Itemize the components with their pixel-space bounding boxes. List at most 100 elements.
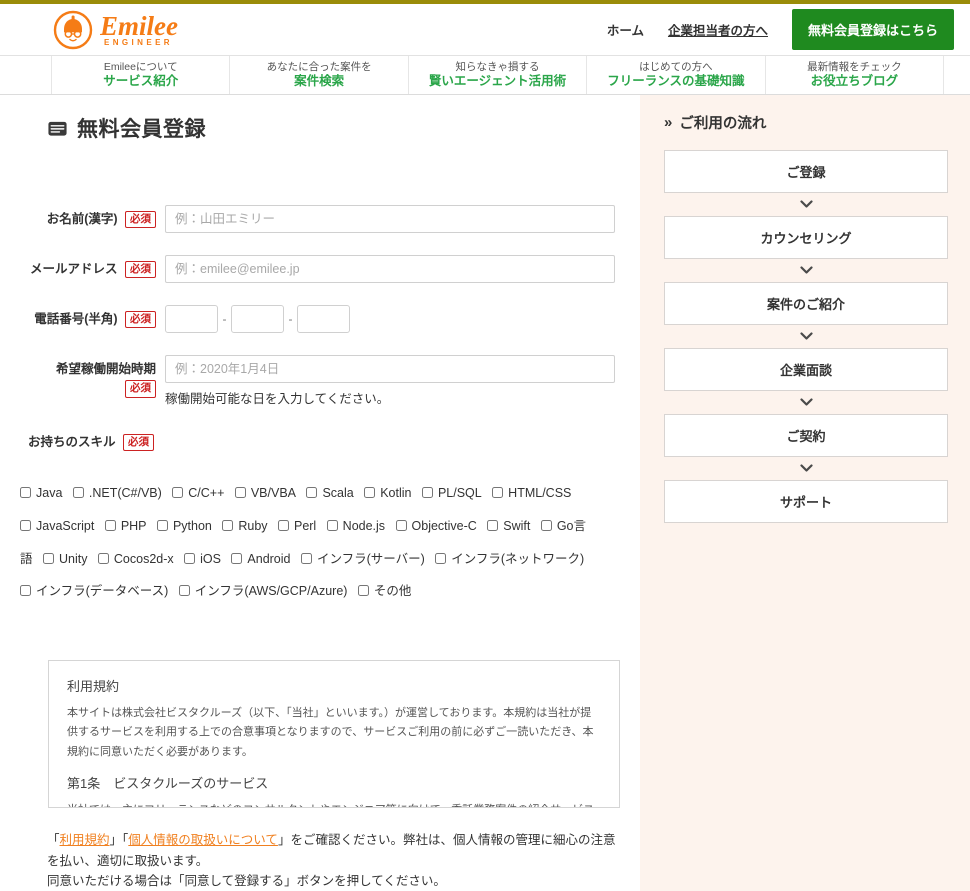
skill-checkbox-item[interactable]: C/C++ [172, 486, 224, 500]
terms-article-heading: 第1条 ビスタクルーズのサービス [67, 775, 269, 791]
label-email-text: メールアドレス [30, 262, 118, 276]
skill-label: Python [172, 518, 212, 533]
tel-separator-2: - [288, 312, 293, 326]
sidebar-step-label: カウンセリング [760, 231, 852, 246]
chevron-down-icon [664, 391, 948, 414]
tel-part2-input[interactable] [231, 305, 284, 333]
gnav-item-freelance-basics[interactable]: はじめての方へ フリーランスの基礎知識 [587, 56, 766, 94]
skill-checkbox-item[interactable]: Python [156, 518, 212, 533]
skill-checkbox[interactable] [277, 519, 289, 531]
skill-checkbox[interactable] [20, 486, 31, 498]
skill-checkbox[interactable] [42, 552, 54, 564]
start-date-input[interactable] [165, 355, 615, 383]
logo-wordmark: Emilee ENGINEER [100, 11, 212, 49]
header-link-home[interactable]: ホーム [607, 20, 644, 39]
skill-checkbox[interactable] [231, 552, 243, 564]
field-row-skills: お持ちのスキル 必須 [0, 431, 640, 451]
skill-checkbox-item[interactable]: Swift [487, 519, 530, 533]
sidebar-step-job-introduction: 案件のご紹介 [664, 282, 948, 325]
skill-checkbox-item[interactable]: PL/SQL [421, 486, 482, 500]
skill-checkbox-item[interactable]: VB/VBA [234, 486, 296, 500]
sidebar-title: » ご利用の流れ [664, 112, 948, 133]
skill-checkbox-item[interactable]: Objective-C [395, 518, 477, 533]
skill-checkbox-item[interactable]: Perl [277, 519, 316, 533]
skill-checkbox[interactable] [178, 585, 190, 597]
skill-checkbox-item[interactable]: Node.js [326, 519, 385, 533]
start-date-note: 稼働開始可能な日を入力してください。 [165, 392, 390, 406]
field-start-date: 稼働開始可能な日を入力してください。 [165, 355, 640, 409]
skill-checkbox-item[interactable]: その他 [357, 584, 411, 598]
skill-checkbox[interactable] [234, 486, 246, 498]
skill-checkbox-item[interactable]: Ruby [222, 519, 268, 533]
skill-checkbox[interactable] [20, 519, 31, 531]
email-input[interactable] [165, 255, 615, 283]
skill-checkbox-item[interactable]: .NET(C#/VB) [72, 485, 162, 500]
skill-checkbox[interactable] [20, 585, 31, 597]
name-input[interactable] [165, 205, 615, 233]
skill-checkbox-item[interactable]: JavaScript [20, 519, 94, 533]
skill-checkbox[interactable] [435, 552, 447, 564]
link-privacy-policy[interactable]: 個人情報の取扱いについて [128, 833, 278, 847]
header-link-for-companies[interactable]: 企業担当者の方へ [668, 20, 768, 39]
skill-checkbox[interactable] [104, 519, 116, 531]
skill-label: Kotlin [380, 485, 412, 500]
terms-box[interactable]: 利用規約 本サイトは株式会社ビスタクルーズ（以下、「当社」といいます。）が運営し… [48, 660, 620, 809]
logo-wordmark-sub: ENGINEER [104, 38, 173, 47]
tel-part3-input[interactable] [297, 305, 350, 333]
field-email [165, 255, 640, 283]
sidebar-step-company-interview: 企業面談 [664, 348, 948, 391]
skill-checkbox-item[interactable]: PHP [104, 518, 147, 533]
skill-checkbox[interactable] [326, 519, 338, 531]
skill-checkbox-item[interactable]: HTML/CSS [492, 486, 571, 500]
skill-checkbox[interactable] [156, 519, 168, 531]
sidebar-step-label: ご契約 [786, 429, 826, 444]
link-terms-of-service[interactable]: 利用規約 [60, 833, 110, 847]
skill-checkbox[interactable] [172, 486, 184, 498]
skill-checkbox[interactable] [540, 519, 552, 531]
tel-part1-input[interactable] [165, 305, 218, 333]
gnav-item-blog[interactable]: 最新情報をチェック お役立ちブログ [766, 56, 945, 94]
gnav-item-job-search[interactable]: あなたに合った案件を 案件検索 [230, 56, 409, 94]
sidebar-step-label: サポート [779, 495, 832, 510]
skill-checkbox[interactable] [357, 585, 369, 597]
skill-checkbox-item[interactable]: Scala [306, 486, 354, 500]
skill-label: PHP [120, 518, 147, 533]
consent-open-quote: 「 [47, 833, 60, 848]
skill-checkbox[interactable] [306, 486, 318, 498]
skill-checkbox[interactable] [492, 486, 504, 498]
sidebar-step-contract: ご契約 [664, 414, 948, 457]
skill-checkbox-item[interactable]: Unity [42, 551, 88, 566]
skill-checkbox-item[interactable]: Java [20, 486, 62, 500]
gnav-left-spacer [0, 56, 52, 94]
label-start-date-text: 希望稼働開始時期 [55, 362, 156, 376]
skill-checkbox-item[interactable]: Kotlin [364, 486, 411, 500]
skill-checkbox[interactable] [421, 486, 433, 498]
skill-checkbox[interactable] [97, 552, 109, 564]
skill-checkbox[interactable] [364, 486, 376, 498]
skill-checkbox[interactable] [72, 486, 84, 498]
skill-checkbox-item[interactable]: インフラ(サーバー) [300, 552, 425, 566]
skill-checkbox-item[interactable]: インフラ(ネットワーク) [435, 552, 584, 566]
skill-checkbox[interactable] [487, 519, 499, 531]
skill-checkbox[interactable] [184, 552, 196, 564]
site-logo[interactable]: Emilee ENGINEER [53, 10, 212, 50]
gnav-item-service[interactable]: Emileeについて サービス紹介 [52, 56, 231, 94]
skill-label: .NET(C#/VB) [88, 485, 162, 500]
skill-checkbox-item[interactable]: インフラ(データベース) [20, 584, 168, 598]
skill-label: Unity [58, 551, 88, 566]
skill-label: Objective-C [411, 518, 477, 533]
terms-heading: 利用規約 [67, 679, 120, 695]
gnav-item-agent-tips[interactable]: 知らなきゃ損する 賢いエージェント活用術 [409, 56, 588, 94]
chevron-down-icon [664, 457, 948, 480]
field-row-tel: 電話番号(半角) 必須 - - [0, 305, 640, 333]
skill-checkbox-item[interactable]: iOS [184, 552, 221, 566]
skills-checkbox-group: Java .NET(C#/VB) C/C++ VB/VBA Scala Kotl… [0, 477, 640, 608]
skill-checkbox[interactable] [222, 519, 234, 531]
skill-checkbox-item[interactable]: Cocos2d-x [97, 552, 174, 566]
skill-checkbox[interactable] [395, 519, 407, 531]
skill-checkbox-item[interactable]: Android [231, 552, 291, 566]
skill-checkbox-item[interactable]: インフラ(AWS/GCP/Azure) [178, 584, 347, 598]
skill-checkbox[interactable] [300, 552, 312, 564]
header-register-cta[interactable]: 無料会員登録はこちら [791, 9, 954, 50]
label-skills: お持ちのスキル 必須 [20, 431, 640, 451]
